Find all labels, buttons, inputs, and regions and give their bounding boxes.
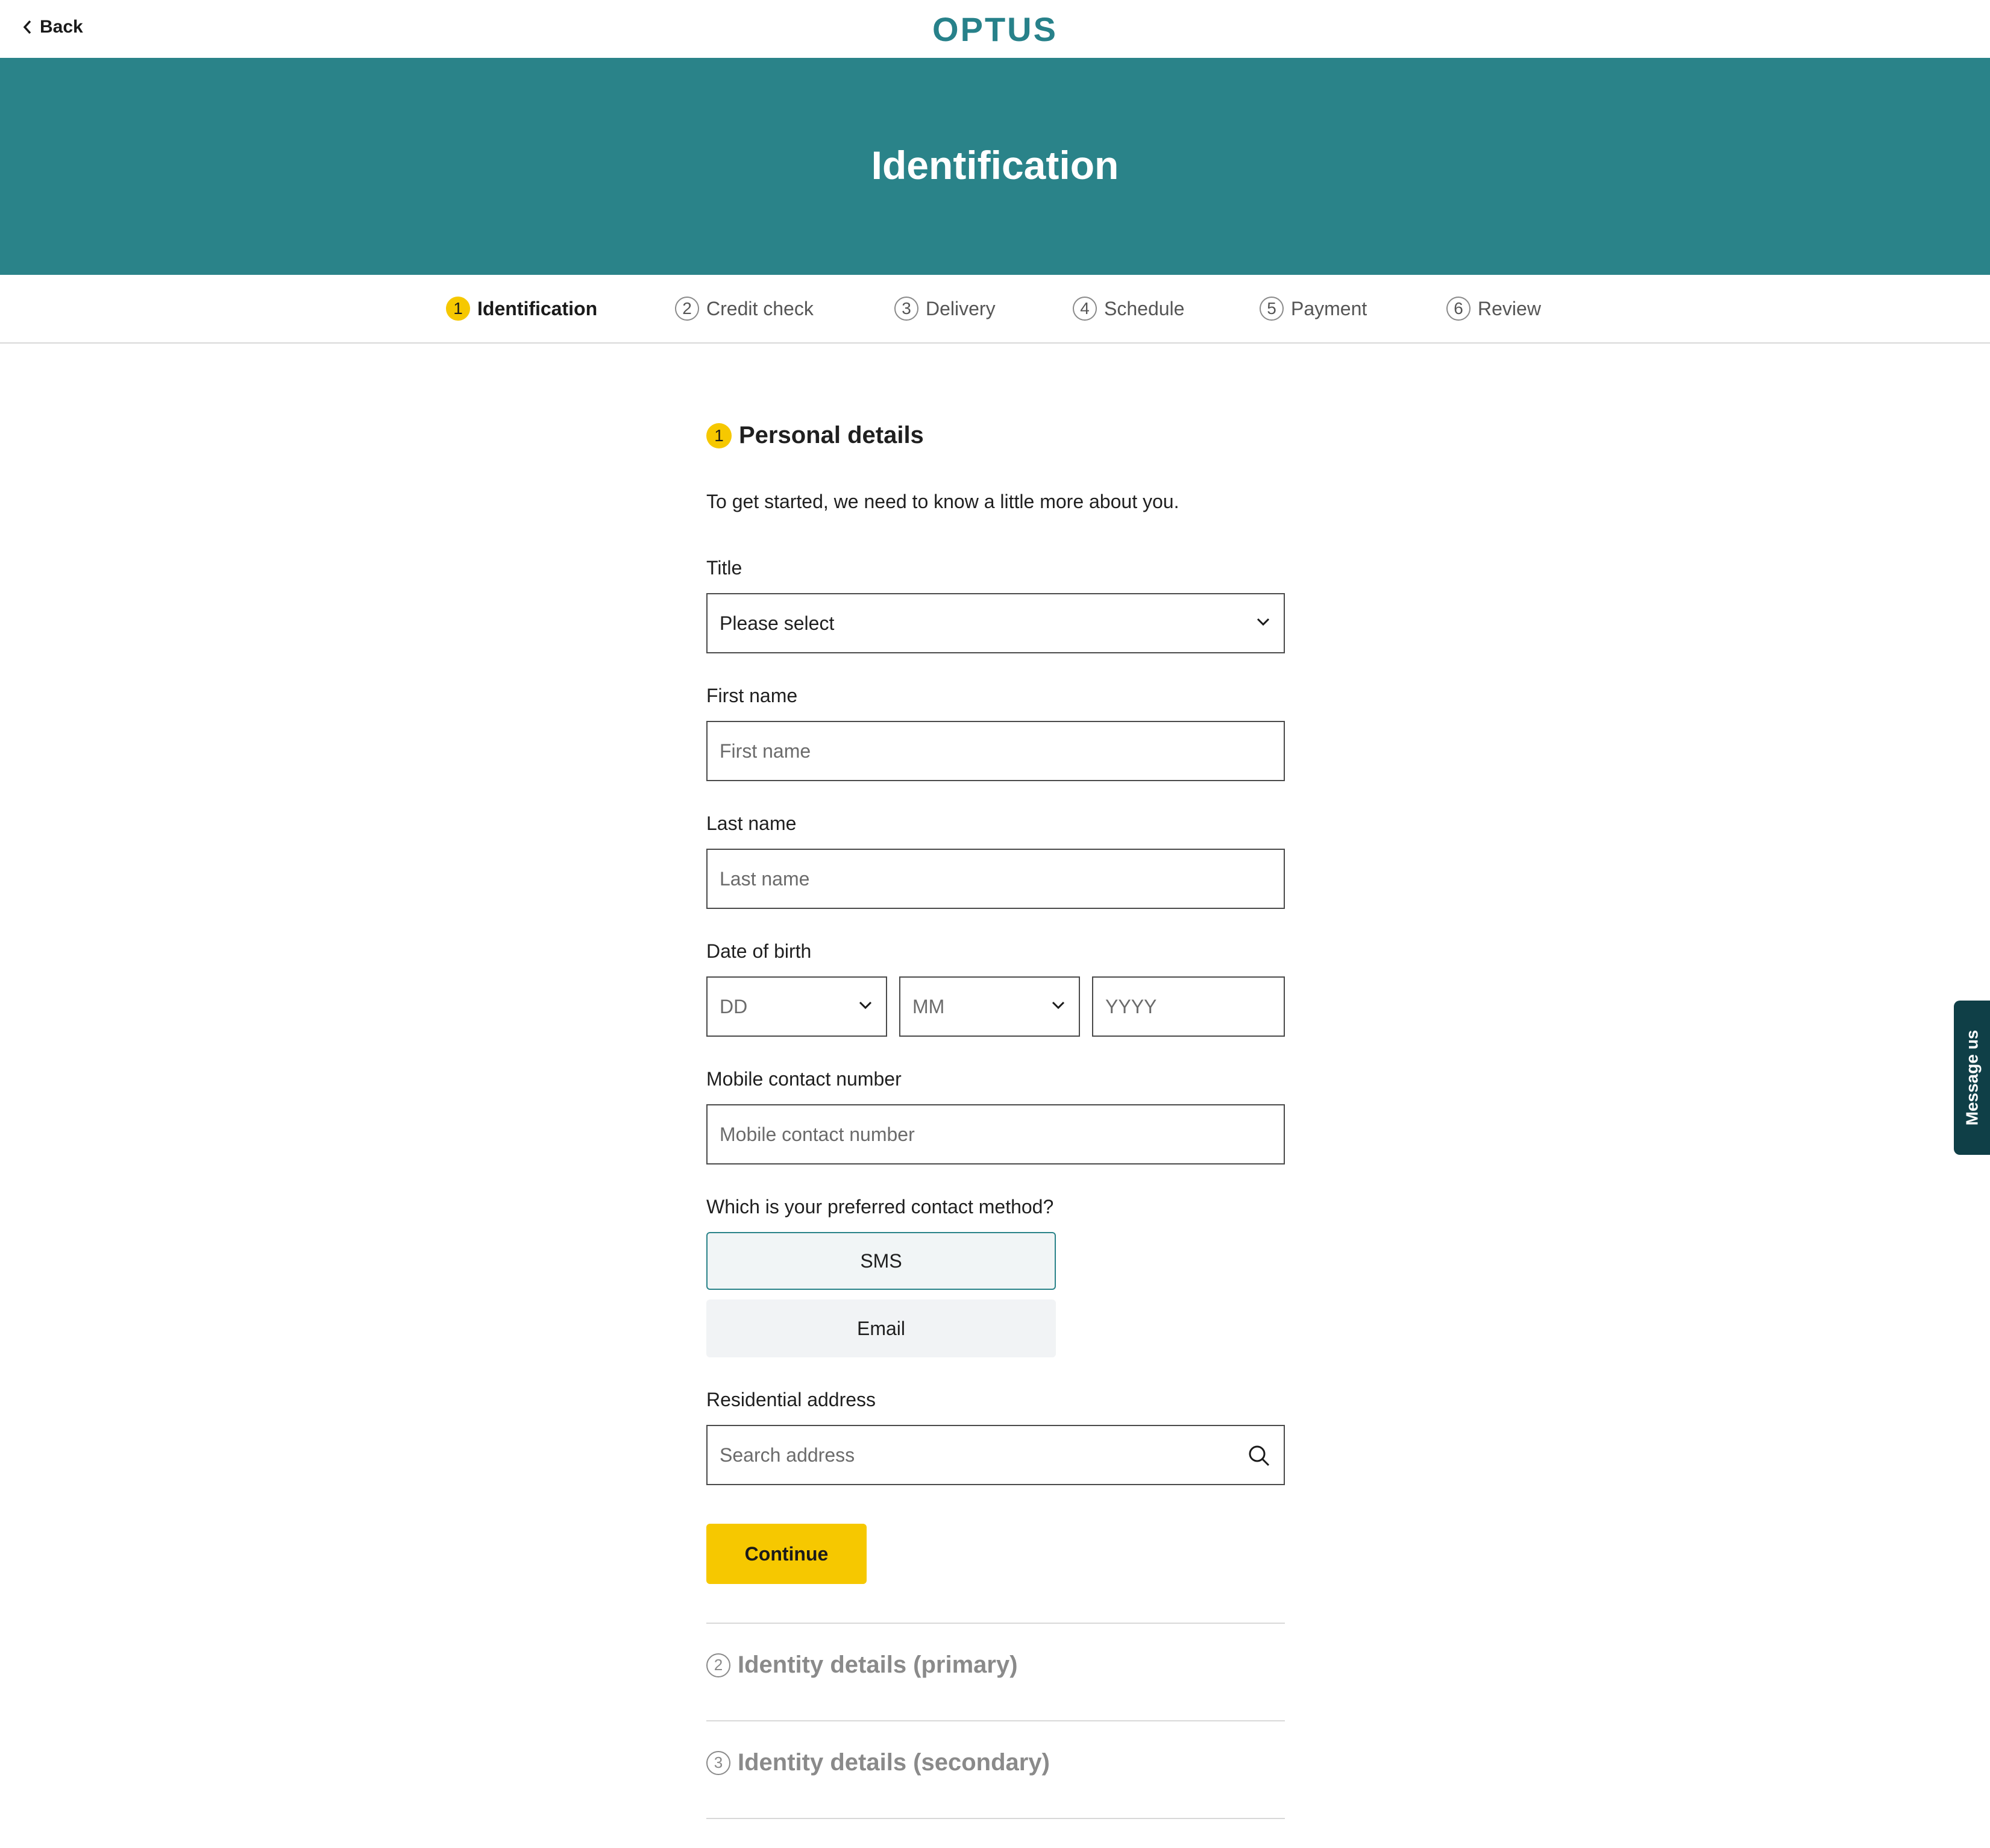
dob-month-value: MM (912, 995, 945, 1017)
last-name-placeholder: Last name (720, 867, 810, 890)
intro-text: To get started, we need to know a little… (706, 491, 1179, 512)
top-bar: Back OPTUS (0, 0, 1990, 58)
search-icon[interactable] (1248, 1444, 1270, 1467)
first-name-input[interactable]: First name (706, 721, 1285, 781)
step-payment: 5 Payment (1260, 297, 1367, 321)
step-number: 3 (894, 297, 918, 321)
step-delivery: 3 Delivery (894, 297, 996, 321)
step-label: Identification (477, 297, 598, 319)
chevron-down-icon (1052, 1001, 1065, 1010)
first-name-placeholder: First name (720, 740, 811, 762)
chevron-down-icon (1257, 618, 1270, 626)
dob-year-input[interactable]: YYYY (1092, 976, 1285, 1037)
address-label: Residential address (706, 1389, 876, 1410)
mobile-label: Mobile contact number (706, 1068, 902, 1090)
personal-details-heading: 1 Personal details (706, 422, 1285, 449)
identity-primary-section: 2 Identity details (primary) (706, 1652, 1018, 1679)
step-credit-check: 2 Credit check (675, 297, 814, 321)
section-number: 2 (706, 1653, 730, 1677)
first-name-label: First name (706, 685, 798, 706)
title-select[interactable]: Please select (706, 593, 1285, 653)
step-number: 4 (1073, 297, 1097, 321)
step-number: 2 (675, 297, 699, 321)
step-number: 5 (1260, 297, 1284, 321)
identification-form: 1 Personal details To get started, we ne… (706, 422, 1285, 1819)
dob-month-select[interactable]: MM (899, 976, 1080, 1037)
address-search-input[interactable]: Search address (706, 1425, 1285, 1485)
contact-sms-option[interactable]: SMS (706, 1232, 1056, 1290)
step-review: 6 Review (1446, 297, 1541, 321)
message-us-label: Message us (1962, 1029, 1981, 1126)
chevron-down-icon (859, 1001, 872, 1010)
contact-method-label: Which is your preferred contact method? (706, 1196, 1054, 1218)
mobile-placeholder: Mobile contact number (720, 1123, 915, 1145)
section-number: 3 (706, 1750, 730, 1775)
dob-label: Date of birth (706, 940, 812, 962)
page-title: Identification (871, 143, 1119, 187)
step-label: Payment (1291, 297, 1367, 319)
step-label: Schedule (1104, 297, 1185, 319)
section-number: 1 (706, 423, 732, 448)
last-name-label: Last name (706, 812, 797, 834)
continue-button[interactable]: Continue (706, 1524, 867, 1584)
identity-secondary-section: 3 Identity details (secondary) (706, 1749, 1050, 1776)
step-identification: 1 Identification (446, 297, 597, 321)
section-title: Identity details (secondary) (738, 1749, 1050, 1776)
optus-logo[interactable]: OPTUS (0, 10, 1990, 49)
step-schedule: 4 Schedule (1073, 297, 1184, 321)
address-placeholder: Search address (720, 1444, 855, 1466)
dob-day-select[interactable]: DD (706, 976, 887, 1037)
section-divider (706, 1720, 1285, 1721)
step-label: Credit check (706, 297, 814, 319)
step-label: Delivery (926, 297, 996, 319)
progress-stepper: 1 Identification 2 Credit check 3 Delive… (0, 275, 1990, 344)
section-divider (706, 1623, 1285, 1624)
section-title: Identity details (primary) (738, 1652, 1018, 1678)
dob-day-value: DD (720, 995, 748, 1017)
contact-email-option[interactable]: Email (706, 1300, 1056, 1357)
step-label: Review (1478, 297, 1541, 319)
step-number: 1 (446, 297, 470, 321)
last-name-input[interactable]: Last name (706, 849, 1285, 909)
hero-banner: Identification (0, 58, 1990, 275)
title-select-value: Please select (720, 612, 835, 634)
section-divider (706, 1818, 1285, 1819)
step-number: 6 (1446, 297, 1471, 321)
dob-year-placeholder: YYYY (1105, 995, 1157, 1017)
title-label: Title (706, 557, 742, 579)
section-title: Personal details (739, 422, 924, 448)
message-us-tab[interactable]: Message us (1954, 1001, 1990, 1155)
mobile-input[interactable]: Mobile contact number (706, 1104, 1285, 1164)
